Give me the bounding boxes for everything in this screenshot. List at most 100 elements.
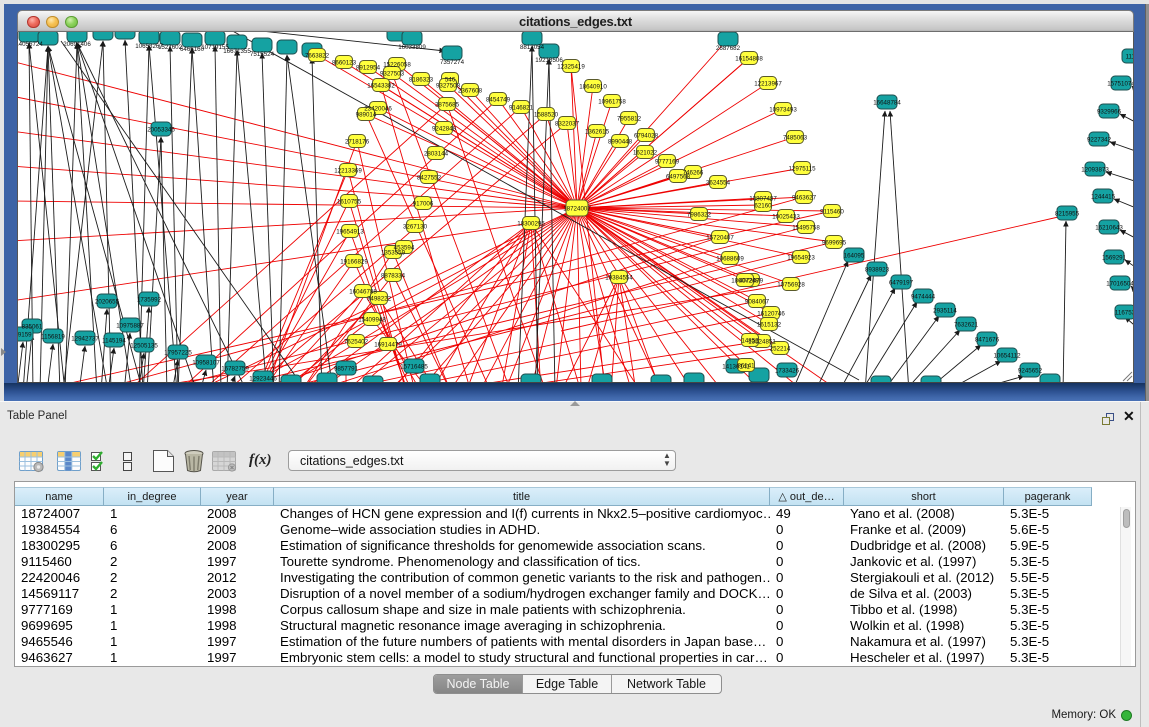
svg-text:2803144: 2803144 [424, 151, 449, 158]
svg-text:12325419: 12325419 [557, 64, 585, 71]
svg-text:10654112: 10654112 [993, 353, 1021, 360]
svg-text:8215955: 8215955 [1055, 211, 1080, 218]
svg-text:3267130: 3267130 [403, 224, 428, 231]
svg-text:8454749: 8454749 [486, 97, 511, 104]
svg-text:16648784: 16648784 [873, 100, 901, 107]
svg-text:12213967: 12213967 [754, 81, 782, 88]
svg-text:62160: 62160 [754, 203, 772, 210]
svg-text:86141: 86141 [737, 363, 755, 370]
svg-text:1362615: 1362615 [585, 129, 610, 136]
svg-text:15226058: 15226058 [383, 62, 411, 69]
svg-text:1527602: 1527602 [158, 44, 183, 51]
svg-text:989014: 989014 [356, 112, 377, 119]
svg-text:15495758: 15495758 [792, 225, 820, 232]
svg-text:2020655: 2020655 [95, 299, 120, 306]
svg-text:12093873: 12093873 [1081, 167, 1109, 174]
svg-text:7357274: 7357274 [440, 59, 465, 66]
svg-text:18724007: 18724007 [563, 206, 591, 213]
svg-text:1735992: 1735992 [137, 297, 162, 304]
svg-text:7515524: 7515524 [250, 51, 275, 58]
svg-text:9245652: 9245652 [1018, 368, 1043, 375]
svg-text:15751074: 15751074 [1107, 81, 1134, 88]
svg-text:7632621: 7632621 [954, 322, 979, 329]
svg-text:8878334: 8878334 [381, 273, 406, 280]
svg-text:116753: 116753 [1115, 310, 1134, 317]
svg-text:9474444: 9474444 [911, 294, 936, 301]
svg-text:1588520: 1588520 [534, 112, 559, 119]
svg-text:9463627: 9463627 [792, 195, 817, 202]
svg-text:16033809: 16033809 [398, 44, 426, 51]
svg-text:1156819: 1156819 [41, 334, 65, 341]
svg-text:3875685: 3875685 [435, 102, 460, 109]
svg-text:17957225: 17957225 [164, 350, 192, 357]
svg-text:9699695: 9699695 [822, 240, 847, 247]
svg-text:15409948: 15409948 [358, 317, 386, 324]
svg-text:9777169: 9777169 [655, 159, 680, 166]
svg-text:16671355: 16671355 [223, 48, 251, 55]
svg-text:1621022: 1621022 [633, 150, 658, 157]
svg-text:16210643: 16210643 [1095, 225, 1123, 232]
svg-text:20691406: 20691406 [63, 41, 91, 48]
svg-text:1145194: 1145194 [102, 338, 126, 345]
svg-text:9227342: 9227342 [1087, 137, 1112, 144]
svg-text:19166829: 19166829 [340, 259, 368, 266]
svg-text:16543382: 16543382 [367, 83, 395, 90]
svg-text:16914479: 16914479 [374, 342, 402, 349]
svg-text:15716485: 15716485 [400, 364, 428, 371]
svg-text:1244415: 1244415 [1091, 194, 1116, 201]
svg-text:19654913: 19654913 [336, 229, 364, 236]
svg-text:8427552: 8427552 [417, 175, 442, 182]
svg-text:1615132: 1615132 [757, 322, 782, 329]
svg-text:252214: 252214 [770, 346, 791, 353]
svg-text:16154808: 16154808 [735, 56, 763, 63]
svg-text:453594: 453594 [394, 245, 415, 252]
svg-text:12942737: 12942737 [71, 336, 99, 343]
svg-text:9327508: 9327508 [436, 83, 461, 90]
svg-text:3498222: 3498222 [367, 296, 392, 303]
svg-text:1733426: 1733426 [775, 368, 800, 375]
svg-text:8938923: 8938923 [865, 267, 890, 274]
svg-text:12213369: 12213369 [334, 168, 362, 175]
svg-text:10958107: 10958107 [192, 360, 220, 367]
svg-text:16120746: 16120746 [757, 311, 785, 318]
svg-text:1610755: 1610755 [337, 199, 362, 206]
svg-text:16046788: 16046788 [349, 289, 377, 296]
svg-text:2367608: 2367608 [458, 88, 483, 95]
svg-text:2687682: 2687682 [716, 45, 741, 52]
svg-text:9084067: 9084067 [745, 299, 770, 306]
svg-text:6794028: 6794028 [634, 133, 659, 140]
svg-text:7955812: 7955812 [617, 116, 642, 123]
svg-text:9327503: 9327503 [380, 71, 405, 78]
svg-text:7625402: 7625402 [344, 339, 369, 346]
svg-text:20053346: 20053346 [147, 127, 175, 134]
svg-text:10973493: 10973493 [769, 107, 797, 114]
svg-text:9329966: 9329966 [1097, 109, 1122, 116]
svg-text:164095: 164095 [844, 253, 865, 260]
svg-text:10961758: 10961758 [598, 99, 626, 106]
svg-text:12923446: 12923446 [249, 376, 277, 383]
svg-text:2935114: 2935114 [933, 308, 957, 315]
svg-text:10807487: 10807487 [749, 196, 777, 203]
svg-text:917006: 917006 [413, 201, 434, 208]
svg-text:8912954: 8912954 [356, 65, 381, 72]
svg-text:7485063: 7485063 [783, 135, 808, 142]
svg-text:39159: 39159 [18, 332, 32, 339]
svg-text:14055724: 14055724 [18, 41, 43, 48]
svg-text:18300295: 18300295 [517, 221, 545, 228]
svg-text:8990448: 8990448 [608, 139, 633, 146]
svg-text:9146821: 9146821 [509, 105, 534, 112]
svg-text:3624554: 3624554 [706, 180, 731, 187]
svg-text:19384554: 19384554 [605, 275, 633, 282]
svg-text:8813054: 8813054 [520, 44, 545, 51]
svg-text:8471676: 8471676 [975, 337, 1000, 344]
svg-text:12975115: 12975115 [788, 166, 816, 173]
svg-text:10688609: 10688609 [716, 256, 744, 263]
svg-text:18640910: 18640910 [579, 84, 607, 91]
svg-text:8322037: 8322037 [555, 121, 580, 128]
svg-text:9115460: 9115460 [820, 209, 844, 216]
svg-text:19654923: 19654923 [787, 255, 815, 262]
svg-text:17016504: 17016504 [1106, 281, 1134, 288]
svg-text:7663822: 7663822 [305, 53, 330, 60]
svg-text:10975887: 10975887 [116, 323, 144, 330]
svg-text:1569291: 1569291 [1102, 255, 1127, 262]
